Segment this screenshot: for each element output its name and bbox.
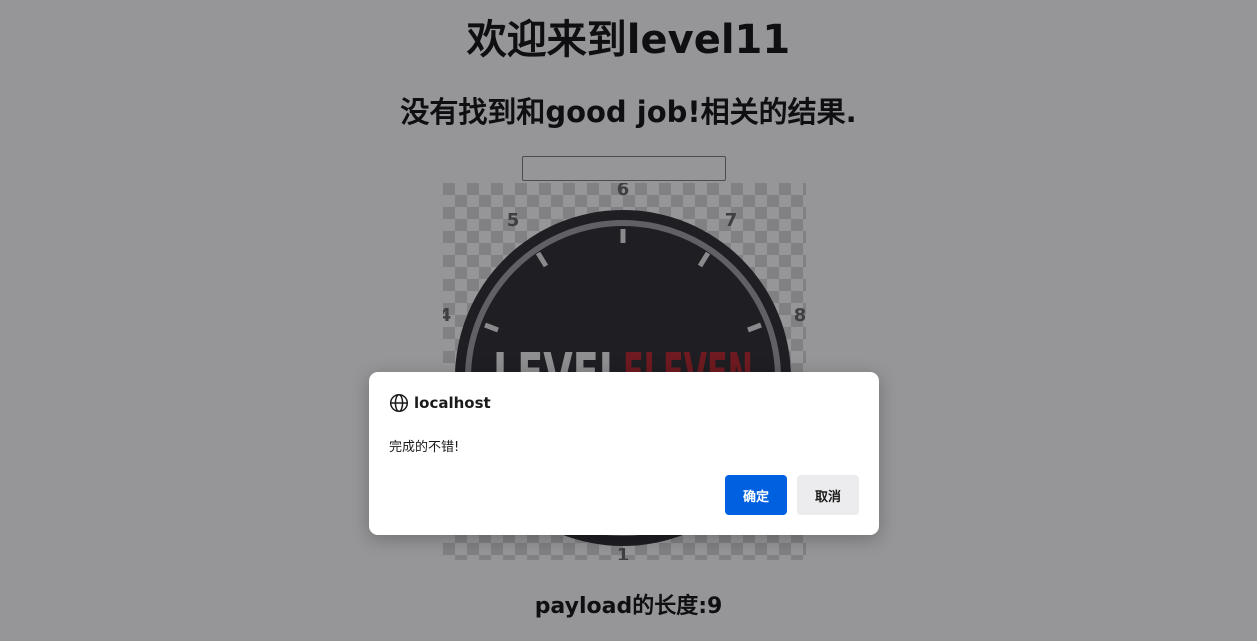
modal-overlay <box>0 0 1257 641</box>
cancel-button[interactable]: 取消 <box>797 475 859 515</box>
alert-dialog: localhost 完成的不错! 确定 取消 <box>369 372 879 535</box>
ok-button[interactable]: 确定 <box>725 475 787 515</box>
dialog-message: 完成的不错! <box>389 440 460 455</box>
dialog-origin: localhost <box>414 394 491 412</box>
dialog-header: localhost <box>389 392 491 414</box>
globe-icon <box>389 393 409 413</box>
